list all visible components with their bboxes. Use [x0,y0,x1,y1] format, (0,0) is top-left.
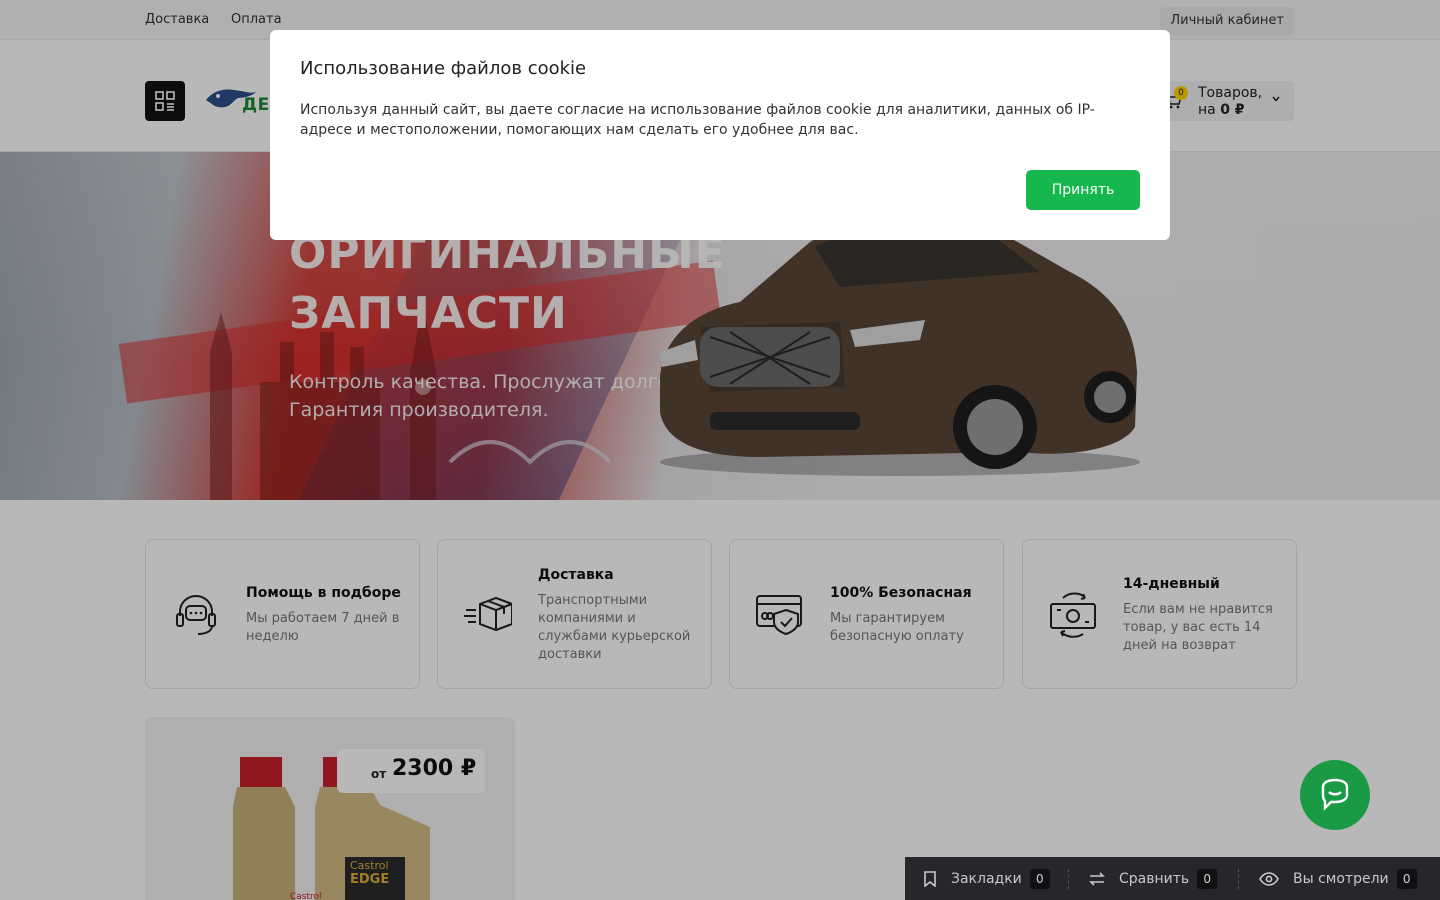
compare-icon [1089,871,1105,886]
accept-cookies-button[interactable]: Принять [1026,170,1140,210]
compare-count: 0 [1197,868,1218,889]
cookie-consent-modal: Использование файлов cookie Используя да… [270,30,1170,240]
bookmarks-count: 0 [1029,868,1050,889]
bookmark-icon [924,870,936,887]
eye-icon [1259,871,1279,886]
viewed-button[interactable]: Вы смотрели 0 [1259,857,1417,900]
chat-bubble-icon [1321,778,1349,811]
chat-button[interactable] [1300,760,1370,830]
viewed-count: 0 [1396,868,1417,889]
bookmarks-button[interactable]: Закладки 0 [923,857,1050,900]
modal-text: Используя данный сайт, вы даете согласие… [300,102,1095,138]
compare-button[interactable]: Сравнить 0 [1089,857,1218,900]
modal-title: Использование файлов cookie [300,58,587,79]
bottom-toolbar: Закладки 0 Сравнить 0 Вы смотрели 0 [905,857,1440,900]
